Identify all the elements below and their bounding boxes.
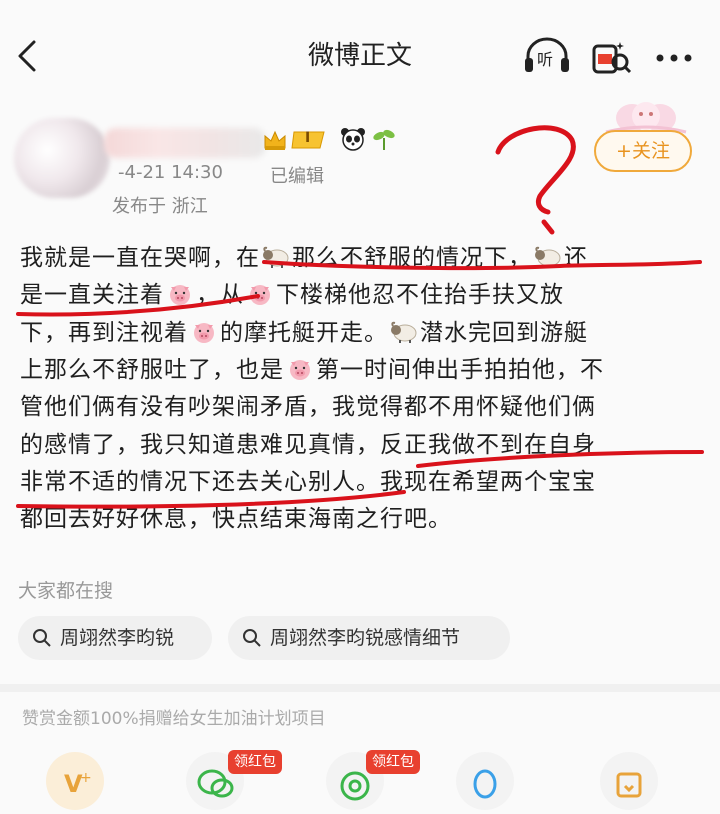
svg-text:+: + bbox=[80, 770, 92, 786]
pig-emoji-icon bbox=[166, 281, 194, 306]
qq-icon[interactable] bbox=[456, 752, 514, 810]
search-chip-label: 周翊然李昀锐感情细节 bbox=[270, 627, 461, 649]
search-chip-label: 周翊然李昀锐 bbox=[60, 627, 175, 649]
post-line: 下，再到注视着 的摩托艇开走。 潜水完回到游艇 bbox=[20, 319, 588, 346]
question-mark-annotation bbox=[495, 125, 576, 215]
crown-icon bbox=[262, 128, 288, 152]
search-icon bbox=[243, 629, 261, 647]
pig-emoji-icon bbox=[286, 356, 314, 380]
edited-label: 已编辑 bbox=[270, 166, 324, 187]
listen-label: 听 bbox=[537, 50, 554, 69]
username-blurred[interactable] bbox=[104, 128, 266, 158]
pig-emoji-icon bbox=[190, 319, 218, 343]
red-packet-icon[interactable] bbox=[590, 36, 634, 80]
avatar[interactable] bbox=[14, 118, 110, 198]
sheep-emoji-icon bbox=[262, 244, 290, 268]
search-chip[interactable]: 周翊然李昀锐感情细节 bbox=[228, 616, 510, 660]
red-packet-badge: 领红包 bbox=[366, 750, 420, 774]
post-line: 我就是一直在哭啊，在 那么不舒服的情况下，还 bbox=[20, 244, 588, 271]
listen-headphones-icon[interactable]: 听 bbox=[522, 36, 572, 76]
reward-note: 赞赏金额100%捐赠给女生加油计划项目 bbox=[22, 709, 326, 729]
sheep-emoji-icon bbox=[534, 244, 562, 268]
post-line: 的感情了，我只知道患难见真情，反正我做不到在自身 bbox=[20, 431, 596, 458]
post-line: 非常不适的情况下还去关心别人。我现在希望两个宝宝 bbox=[20, 468, 596, 495]
post-datetime: -4-21 14:30 bbox=[118, 162, 223, 183]
search-chip[interactable]: 周翊然李昀锐 bbox=[18, 616, 212, 660]
post-line: 管他们俩有没有吵架闹矛盾，我觉得都不用怀疑他们俩 bbox=[20, 394, 596, 421]
question-mark-dot bbox=[541, 219, 555, 235]
level-badge-label: I bbox=[305, 130, 311, 146]
vip-icon[interactable]: V + bbox=[46, 752, 104, 810]
search-icon bbox=[33, 629, 51, 647]
more-options-icon[interactable] bbox=[650, 40, 698, 76]
post-line: 都回去好好休息，快点结束海南之行吧。 bbox=[20, 506, 452, 533]
post-line: 上那么不舒服吐了，也是 第一时间伸出手拍拍他，不 bbox=[20, 356, 604, 383]
panda-icon bbox=[338, 126, 368, 152]
section-divider bbox=[0, 684, 720, 692]
red-packet-badge: 领红包 bbox=[228, 750, 282, 774]
level-badge: I bbox=[290, 130, 326, 150]
trending-search-title: 大家都在搜 bbox=[18, 580, 114, 602]
save-image-icon[interactable] bbox=[600, 752, 658, 810]
pig-emoji-icon bbox=[246, 281, 274, 306]
post-location: 发布于 浙江 bbox=[112, 196, 208, 217]
sheep-emoji-icon bbox=[390, 319, 418, 343]
post-line: 是一直关注着 ，从 下楼梯他忍不住抬手扶又放 bbox=[20, 281, 564, 309]
follow-button[interactable]: +关注 bbox=[594, 130, 692, 172]
sprout-icon bbox=[370, 126, 398, 152]
